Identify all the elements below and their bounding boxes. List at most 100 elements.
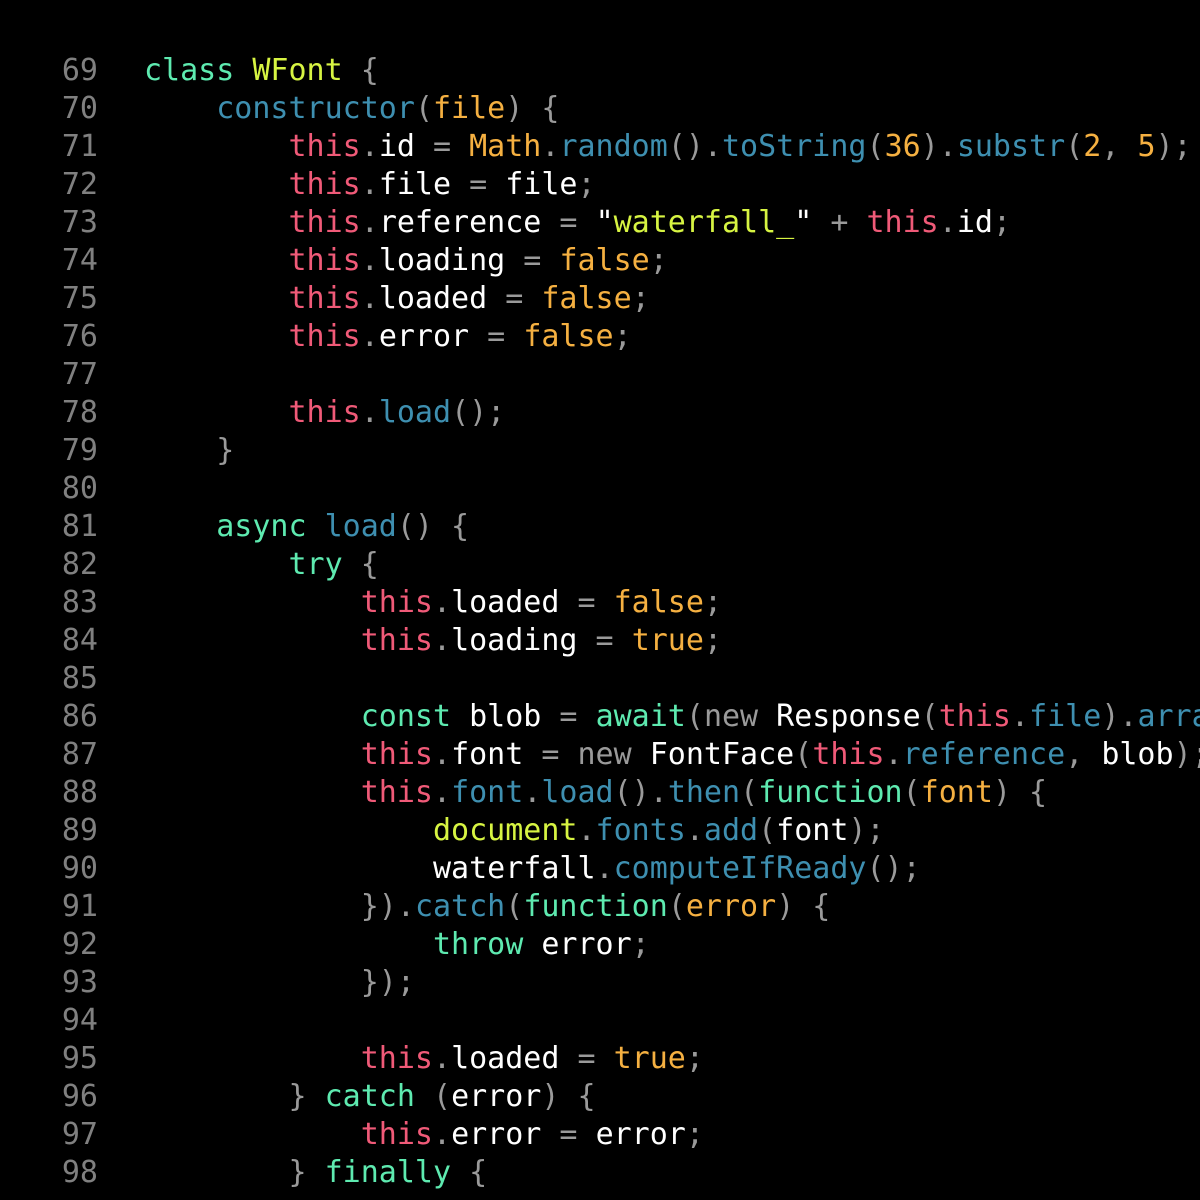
code-line[interactable]: 92 throw error;: [0, 926, 1200, 964]
token-punc: .: [360, 281, 379, 316]
code-line[interactable]: 79 }: [0, 432, 1200, 470]
line-number: 92: [61, 927, 98, 962]
token-quote: ": [595, 205, 614, 240]
token-fn: substr: [956, 129, 1066, 164]
token-punc: (: [685, 699, 704, 734]
code-line[interactable]: 85: [0, 660, 1200, 698]
line-content: } finally {: [98, 1154, 487, 1192]
token-plain: error: [523, 927, 632, 962]
token-punc: [144, 813, 433, 848]
code-line[interactable]: 98 } finally {: [0, 1154, 1200, 1192]
token-punc: ).: [1101, 699, 1138, 734]
token-op: =: [541, 1117, 596, 1152]
line-number: 77: [61, 357, 98, 392]
token-punc: new: [577, 737, 632, 772]
token-fn: toString: [722, 129, 867, 164]
code-line[interactable]: 94: [0, 1002, 1200, 1040]
line-content: this.error = error;: [98, 1116, 704, 1154]
code-line[interactable]: 72 this.file = file;: [0, 166, 1200, 204]
code-line[interactable]: 90 waterfall.computeIfReady();: [0, 850, 1200, 888]
line-content: this.id = Math.random().toString(36).sub…: [98, 128, 1192, 166]
line-number: 84: [61, 623, 98, 658]
line-number: 74: [61, 243, 98, 278]
token-punc: .: [1011, 699, 1030, 734]
code-line[interactable]: 74 this.loading = false;: [0, 242, 1200, 280]
token-punc: ;: [703, 623, 722, 658]
line-content: }: [98, 432, 234, 470]
line-content: this.font = new FontFace(this.reference,…: [98, 736, 1200, 774]
token-kw: function: [758, 775, 903, 810]
code-line[interactable]: 95 this.loaded = true;: [0, 1040, 1200, 1078]
code-line[interactable]: 81 async load() {: [0, 508, 1200, 546]
token-plain: id: [956, 205, 993, 240]
line-content: this.loaded = true;: [98, 1040, 704, 1078]
token-lit: false: [523, 319, 614, 354]
line-number: 75: [61, 281, 98, 316]
code-line[interactable]: 71 this.id = Math.random().toString(36).…: [0, 128, 1200, 166]
code-line[interactable]: 93 });: [0, 964, 1200, 1002]
token-punc: [144, 1041, 361, 1076]
code-line[interactable]: 84 this.loading = true;: [0, 622, 1200, 660]
line-number: 95: [61, 1041, 98, 1076]
token-punc: (: [794, 737, 813, 772]
token-punc: ;: [685, 1041, 704, 1076]
code-line[interactable]: 80: [0, 470, 1200, 508]
code-line[interactable]: 88 this.font.load().then(function(font) …: [0, 774, 1200, 812]
token-punc: (: [414, 91, 433, 126]
code-line[interactable]: 97 this.error = error;: [0, 1116, 1200, 1154]
code-line[interactable]: 82 try {: [0, 546, 1200, 584]
line-number: 91: [61, 889, 98, 924]
code-line[interactable]: 75 this.loaded = false;: [0, 280, 1200, 318]
token-this: this: [360, 1117, 433, 1152]
code-line[interactable]: 73 this.reference = "waterfall_" + this.…: [0, 204, 1200, 242]
token-op: +: [812, 205, 867, 240]
line-content: throw error;: [98, 926, 650, 964]
token-this: this: [866, 205, 939, 240]
code-line[interactable]: 83 this.loaded = false;: [0, 584, 1200, 622]
token-punc: [144, 851, 433, 886]
token-lit: true: [613, 1041, 686, 1076]
token-fn: catch: [414, 889, 506, 924]
token-this: this: [288, 243, 361, 278]
token-lit: false: [613, 585, 704, 620]
token-num: 2: [1083, 129, 1102, 164]
token-punc: ().: [613, 775, 668, 810]
code-line[interactable]: 91 }).catch(function(error) {: [0, 888, 1200, 926]
code-line[interactable]: 78 this.load();: [0, 394, 1200, 432]
line-number: 93: [61, 965, 98, 1000]
line-content: this.font.load().then(function(font) {: [98, 774, 1047, 812]
token-this: this: [360, 585, 433, 620]
token-punc: .: [360, 319, 379, 354]
line-content: class WFont {: [98, 52, 379, 90]
token-op: =: [523, 737, 578, 772]
token-op: =: [505, 243, 560, 278]
token-punc: () {: [396, 509, 470, 544]
line-number: 87: [61, 737, 98, 772]
token-fn: fonts: [595, 813, 686, 848]
token-punc: {: [342, 547, 379, 582]
token-punc: ;: [649, 243, 668, 278]
code-line[interactable]: 69 class WFont {: [0, 52, 1200, 90]
token-plain: file: [505, 167, 578, 202]
token-this: this: [288, 319, 361, 354]
token-punc: (: [920, 699, 939, 734]
line-number: 76: [61, 319, 98, 354]
token-punc: [144, 509, 216, 544]
code-line[interactable]: 89 document.fonts.add(font);: [0, 812, 1200, 850]
code-line[interactable]: 70 constructor(file) {: [0, 90, 1200, 128]
code-line[interactable]: 96 } catch (error) {: [0, 1078, 1200, 1116]
code-line[interactable]: 87 this.font = new FontFace(this.referen…: [0, 736, 1200, 774]
token-punc: .: [360, 395, 379, 430]
line-number: 97: [61, 1117, 98, 1152]
token-fn: file: [1029, 699, 1102, 734]
line-content: });: [98, 964, 415, 1002]
code-line[interactable]: 86 const blob = await(new Response(this.…: [0, 698, 1200, 736]
code-line[interactable]: 76 this.error = false;: [0, 318, 1200, 356]
code-line[interactable]: 77: [0, 356, 1200, 394]
line-number: 98: [61, 1155, 98, 1190]
code-editor[interactable]: 69 class WFont {70 constructor(file) {71 …: [0, 0, 1200, 1200]
line-number: 70: [61, 91, 98, 126]
token-punc: [144, 1117, 361, 1152]
